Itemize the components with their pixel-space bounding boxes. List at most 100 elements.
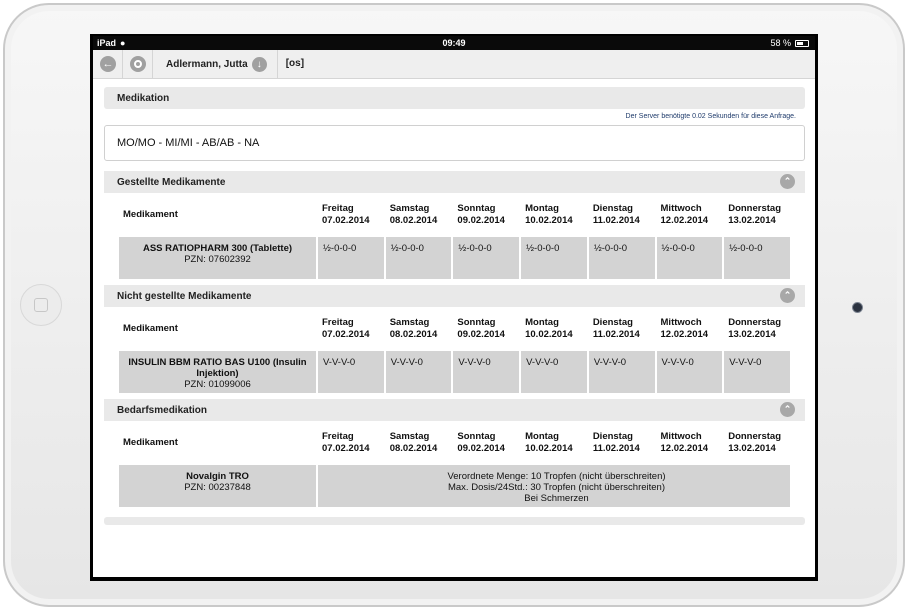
day-date: 08.02.2014 — [389, 329, 438, 340]
day-name: Donnerstag — [728, 203, 782, 214]
dose-cell[interactable]: V-V-V-0 — [385, 351, 452, 393]
day-date: 09.02.2014 — [457, 329, 505, 340]
battery-icon — [795, 39, 809, 47]
battery-percent: 58 % — [770, 38, 791, 48]
day-date: 11.02.2014 — [592, 443, 640, 454]
day-date: 10.02.2014 — [525, 215, 573, 226]
day-date: 09.02.2014 — [457, 443, 505, 454]
pzn-number: PZN: 00237848 — [184, 482, 251, 493]
collapse-icon[interactable]: ⌃ — [780, 174, 795, 189]
day-name: Freitag — [322, 203, 354, 214]
back-icon[interactable]: ← — [100, 56, 116, 72]
medication-table: Medikament Freitag 07.02.2014 Samstag 08.02.… — [117, 421, 792, 507]
gear-icon[interactable] — [130, 56, 146, 72]
dose-cell[interactable]: ½-0-0-0 — [588, 237, 655, 279]
column-header-day: Mittwoch 12.02.2014 — [657, 193, 723, 237]
column-header-day: Donnerstag 13.02.2014 — [724, 193, 790, 237]
column-header-day: Freitag 07.02.2014 — [318, 421, 384, 465]
day-date: 10.02.2014 — [525, 443, 573, 454]
day-date: 09.02.2014 — [457, 215, 505, 226]
column-header-day: Sonntag 09.02.2014 — [453, 307, 519, 351]
table-row[interactable]: ASS RATIOPHARM 300 (Tablette) PZN: 076023… — [119, 237, 790, 279]
dose-cell[interactable]: ½-0-0-0 — [656, 237, 723, 279]
day-name: Dienstag — [592, 431, 633, 442]
context-label: [os] — [276, 50, 304, 78]
dosage-note-line: Verordnete Menge: 10 Tropfen (nicht über… — [447, 471, 666, 482]
day-name: Mittwoch — [660, 203, 702, 214]
day-name: Samstag — [389, 203, 430, 214]
column-header-day: Freitag 07.02.2014 — [318, 307, 384, 351]
day-date: 10.02.2014 — [525, 329, 573, 340]
medication-cell[interactable]: Novalgin TRO PZN: 00237848 — [119, 465, 316, 507]
home-button[interactable] — [20, 284, 62, 326]
day-name: Montag — [525, 431, 559, 442]
page-title: Medikation — [104, 87, 805, 109]
day-name: Dienstag — [592, 203, 633, 214]
dose-cell[interactable]: ½-0-0-0 — [724, 237, 790, 279]
patient-name[interactable]: Adlermann, Jutta — [166, 59, 248, 70]
main-content: Medikation Der Server benötigte 0.02 Sek… — [93, 79, 815, 525]
column-header-day: Mittwoch 12.02.2014 — [657, 421, 723, 465]
day-name: Freitag — [322, 431, 354, 442]
dosage-schema: MO/MO - MI/MI - AB/AB - NA — [104, 125, 805, 161]
pzn-number: PZN: 07602392 — [184, 254, 251, 265]
medication-cell[interactable]: ASS RATIOPHARM 300 (Tablette) PZN: 076023… — [119, 237, 316, 279]
column-header-day: Dienstag 11.02.2014 — [589, 421, 655, 465]
table-row[interactable]: Novalgin TRO PZN: 00237848 Verordnete Meng… — [119, 465, 790, 507]
day-date: 08.02.2014 — [389, 215, 438, 226]
dose-cell[interactable]: ½-0-0-0 — [521, 237, 587, 279]
dose-cell[interactable]: V-V-V-0 — [453, 351, 520, 393]
dose-cell[interactable]: ½-0-0-0 — [318, 237, 384, 279]
column-header-day: Mittwoch 12.02.2014 — [657, 307, 723, 351]
dose-cell[interactable]: V-V-V-0 — [588, 351, 655, 393]
dose-cell[interactable]: V-V-V-0 — [318, 351, 384, 393]
dose-cell[interactable]: V-V-V-0 — [656, 351, 723, 393]
dose-cell[interactable]: ½-0-0-0 — [385, 237, 452, 279]
divider — [122, 50, 123, 78]
medication-name: ASS RATIOPHARM 300 (Tablette) — [142, 243, 293, 254]
dose-cell[interactable]: V-V-V-0 — [724, 351, 790, 393]
footer-strip — [104, 517, 805, 525]
server-note: Der Server benötigte 0.02 Sekunden für d… — [625, 113, 796, 120]
dosage-note-line: Max. Dosis/24Std.: 30 Tropfen (nicht übe… — [447, 482, 666, 493]
medication-table: Medikament Freitag 07.02.2014 Samstag 08.02.… — [117, 193, 792, 279]
table-row[interactable]: INSULIN BBM RATIO BAS U100 (Insulin Inje… — [119, 351, 790, 393]
dosage-note-cell[interactable]: Verordnete Menge: 10 Tropfen (nicht über… — [318, 465, 790, 507]
column-header-day: Samstag 08.02.2014 — [386, 421, 452, 465]
day-name: Montag — [525, 317, 559, 328]
collapse-icon[interactable]: ⌃ — [780, 402, 795, 417]
divider — [152, 50, 153, 78]
column-header-day: Montag 10.02.2014 — [521, 307, 587, 351]
day-name: Sonntag — [457, 317, 496, 328]
column-header-day: Sonntag 09.02.2014 — [453, 193, 519, 237]
download-icon[interactable]: ↓ — [251, 56, 267, 72]
section-gestellte: Gestellte Medikamente ⌃ Medikament Freita… — [104, 171, 805, 285]
medication-cell[interactable]: INSULIN BBM RATIO BAS U100 (Insulin Inje… — [119, 351, 316, 393]
pzn-number: PZN: 01099006 — [184, 379, 251, 390]
dose-cell[interactable]: V-V-V-0 — [521, 351, 587, 393]
day-name: Sonntag — [457, 431, 496, 442]
dosage-note-line: Bei Schmerzen — [524, 493, 589, 504]
column-header-day: Montag 10.02.2014 — [521, 421, 587, 465]
day-date: 13.02.2014 — [728, 443, 776, 454]
collapse-icon[interactable]: ⌃ — [780, 288, 795, 303]
column-header-day: Samstag 08.02.2014 — [386, 307, 452, 351]
day-date: 12.02.2014 — [660, 443, 709, 454]
dose-cell[interactable]: ½-0-0-0 — [453, 237, 520, 279]
clock: 09:49 — [442, 38, 466, 48]
day-date: 08.02.2014 — [389, 443, 438, 454]
day-name: Montag — [525, 203, 559, 214]
toolbar: ← Adlermann, Jutta ↓ [os] — [93, 50, 815, 79]
section-nicht-gestellte: Nicht gestellte Medikamente ⌃ Medikament… — [104, 285, 805, 399]
section-title: Bedarfsmedikation — [117, 404, 208, 416]
section-title: Nicht gestellte Medikamente — [117, 290, 252, 302]
day-date: 07.02.2014 — [322, 443, 370, 454]
section-bedarf: Bedarfsmedikation ⌃ Medikament Freitag 07.… — [104, 399, 805, 513]
day-name: Mittwoch — [660, 431, 702, 442]
day-name: Freitag — [322, 317, 354, 328]
column-header-day: Sonntag 09.02.2014 — [453, 421, 519, 465]
section-title: Gestellte Medikamente — [117, 176, 226, 188]
day-date: 11.02.2014 — [592, 215, 640, 226]
day-name: Donnerstag — [728, 317, 782, 328]
day-date: 12.02.2014 — [660, 215, 709, 226]
